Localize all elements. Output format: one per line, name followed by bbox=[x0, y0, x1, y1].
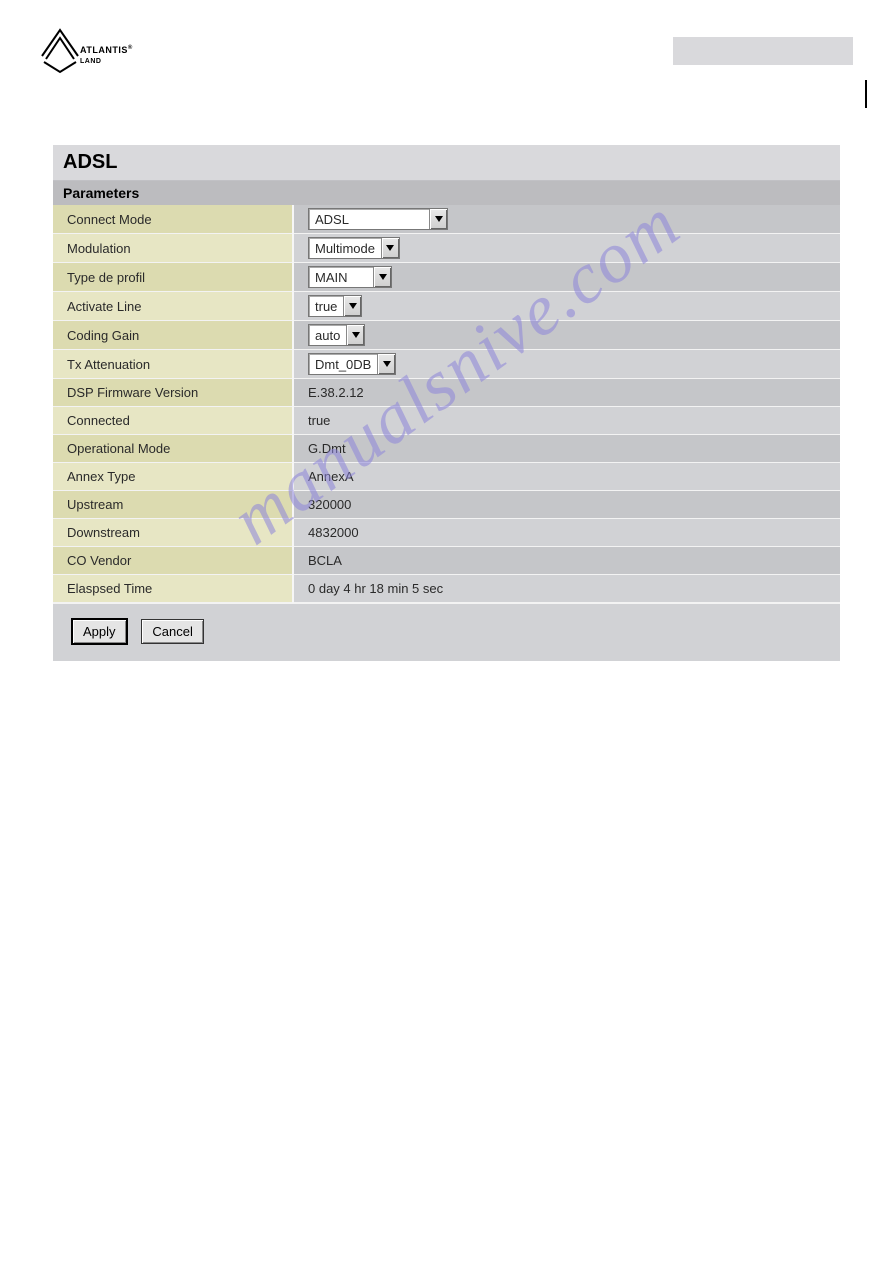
row-annex-type: Annex Type AnnexA bbox=[53, 463, 840, 491]
select-modulation[interactable]: Multimode bbox=[308, 237, 400, 259]
chevron-down-icon[interactable] bbox=[346, 325, 364, 345]
label-dsp-firmware: DSP Firmware Version bbox=[53, 379, 293, 407]
label-connect-mode: Connect Mode bbox=[53, 205, 293, 234]
select-activate-line-value: true bbox=[309, 299, 343, 314]
cell-coding-gain: auto bbox=[293, 321, 840, 350]
chevron-down-icon[interactable] bbox=[429, 209, 447, 229]
row-modulation: Modulation Multimode bbox=[53, 234, 840, 263]
buttons-bar: Apply Cancel bbox=[53, 603, 840, 661]
label-operational-mode: Operational Mode bbox=[53, 435, 293, 463]
value-co-vendor: BCLA bbox=[293, 547, 840, 575]
panel-subtitle: Parameters bbox=[53, 181, 840, 205]
header-gray-block bbox=[673, 37, 853, 65]
header-vertical-line bbox=[865, 80, 867, 108]
select-profile-type[interactable]: MAIN bbox=[308, 266, 392, 288]
row-dsp-firmware: DSP Firmware Version E.38.2.12 bbox=[53, 379, 840, 407]
chevron-down-icon[interactable] bbox=[377, 354, 395, 374]
row-elapsed-time: Elaspsed Time 0 day 4 hr 18 min 5 sec bbox=[53, 575, 840, 603]
cell-profile-type: MAIN bbox=[293, 263, 840, 292]
label-annex-type: Annex Type bbox=[53, 463, 293, 491]
select-tx-attenuation-value: Dmt_0DB bbox=[309, 357, 377, 372]
cell-tx-attenuation: Dmt_0DB bbox=[293, 350, 840, 379]
label-downstream: Downstream bbox=[53, 519, 293, 547]
label-modulation: Modulation bbox=[53, 234, 293, 263]
select-connect-mode[interactable]: ADSL bbox=[308, 208, 448, 230]
row-operational-mode: Operational Mode G.Dmt bbox=[53, 435, 840, 463]
select-activate-line[interactable]: true bbox=[308, 295, 362, 317]
chevron-down-icon[interactable] bbox=[381, 238, 399, 258]
value-downstream: 4832000 bbox=[293, 519, 840, 547]
select-profile-type-value: MAIN bbox=[309, 270, 373, 285]
parameters-table: Connect Mode ADSL Modulation Multimode T… bbox=[53, 205, 840, 603]
select-tx-attenuation[interactable]: Dmt_0DB bbox=[308, 353, 396, 375]
select-connect-mode-value: ADSL bbox=[309, 212, 429, 227]
row-coding-gain: Coding Gain auto bbox=[53, 321, 840, 350]
row-downstream: Downstream 4832000 bbox=[53, 519, 840, 547]
select-coding-gain-value: auto bbox=[309, 328, 346, 343]
chevron-down-icon[interactable] bbox=[343, 296, 361, 316]
value-annex-type: AnnexA bbox=[293, 463, 840, 491]
adsl-panel: ADSL Parameters Connect Mode ADSL Modula… bbox=[0, 95, 893, 661]
label-activate-line: Activate Line bbox=[53, 292, 293, 321]
cancel-button[interactable]: Cancel bbox=[141, 619, 203, 644]
value-operational-mode: G.Dmt bbox=[293, 435, 840, 463]
row-upstream: Upstream 320000 bbox=[53, 491, 840, 519]
label-tx-attenuation: Tx Attenuation bbox=[53, 350, 293, 379]
value-dsp-firmware: E.38.2.12 bbox=[293, 379, 840, 407]
cell-modulation: Multimode bbox=[293, 234, 840, 263]
label-co-vendor: CO Vendor bbox=[53, 547, 293, 575]
label-connected: Connected bbox=[53, 407, 293, 435]
label-upstream: Upstream bbox=[53, 491, 293, 519]
row-connected: Connected true bbox=[53, 407, 840, 435]
select-modulation-value: Multimode bbox=[309, 241, 381, 256]
row-profile-type: Type de profil MAIN bbox=[53, 263, 840, 292]
label-coding-gain: Coding Gain bbox=[53, 321, 293, 350]
row-connect-mode: Connect Mode ADSL bbox=[53, 205, 840, 234]
chevron-down-icon[interactable] bbox=[373, 267, 391, 287]
row-co-vendor: CO Vendor BCLA bbox=[53, 547, 840, 575]
cell-activate-line: true bbox=[293, 292, 840, 321]
select-coding-gain[interactable]: auto bbox=[308, 324, 365, 346]
page-header: ATLANTIS®LAND bbox=[0, 0, 893, 95]
value-elapsed-time: 0 day 4 hr 18 min 5 sec bbox=[293, 575, 840, 603]
row-tx-attenuation: Tx Attenuation Dmt_0DB bbox=[53, 350, 840, 379]
value-upstream: 320000 bbox=[293, 491, 840, 519]
row-activate-line: Activate Line true bbox=[53, 292, 840, 321]
label-elapsed-time: Elaspsed Time bbox=[53, 575, 293, 603]
brand-text: ATLANTIS®LAND bbox=[80, 45, 133, 65]
label-profile-type: Type de profil bbox=[53, 263, 293, 292]
cell-connect-mode: ADSL bbox=[293, 205, 840, 234]
value-connected: true bbox=[293, 407, 840, 435]
panel-title: ADSL bbox=[53, 145, 840, 181]
apply-button[interactable]: Apply bbox=[71, 618, 128, 645]
brand-logo: ATLANTIS®LAND bbox=[40, 26, 120, 76]
